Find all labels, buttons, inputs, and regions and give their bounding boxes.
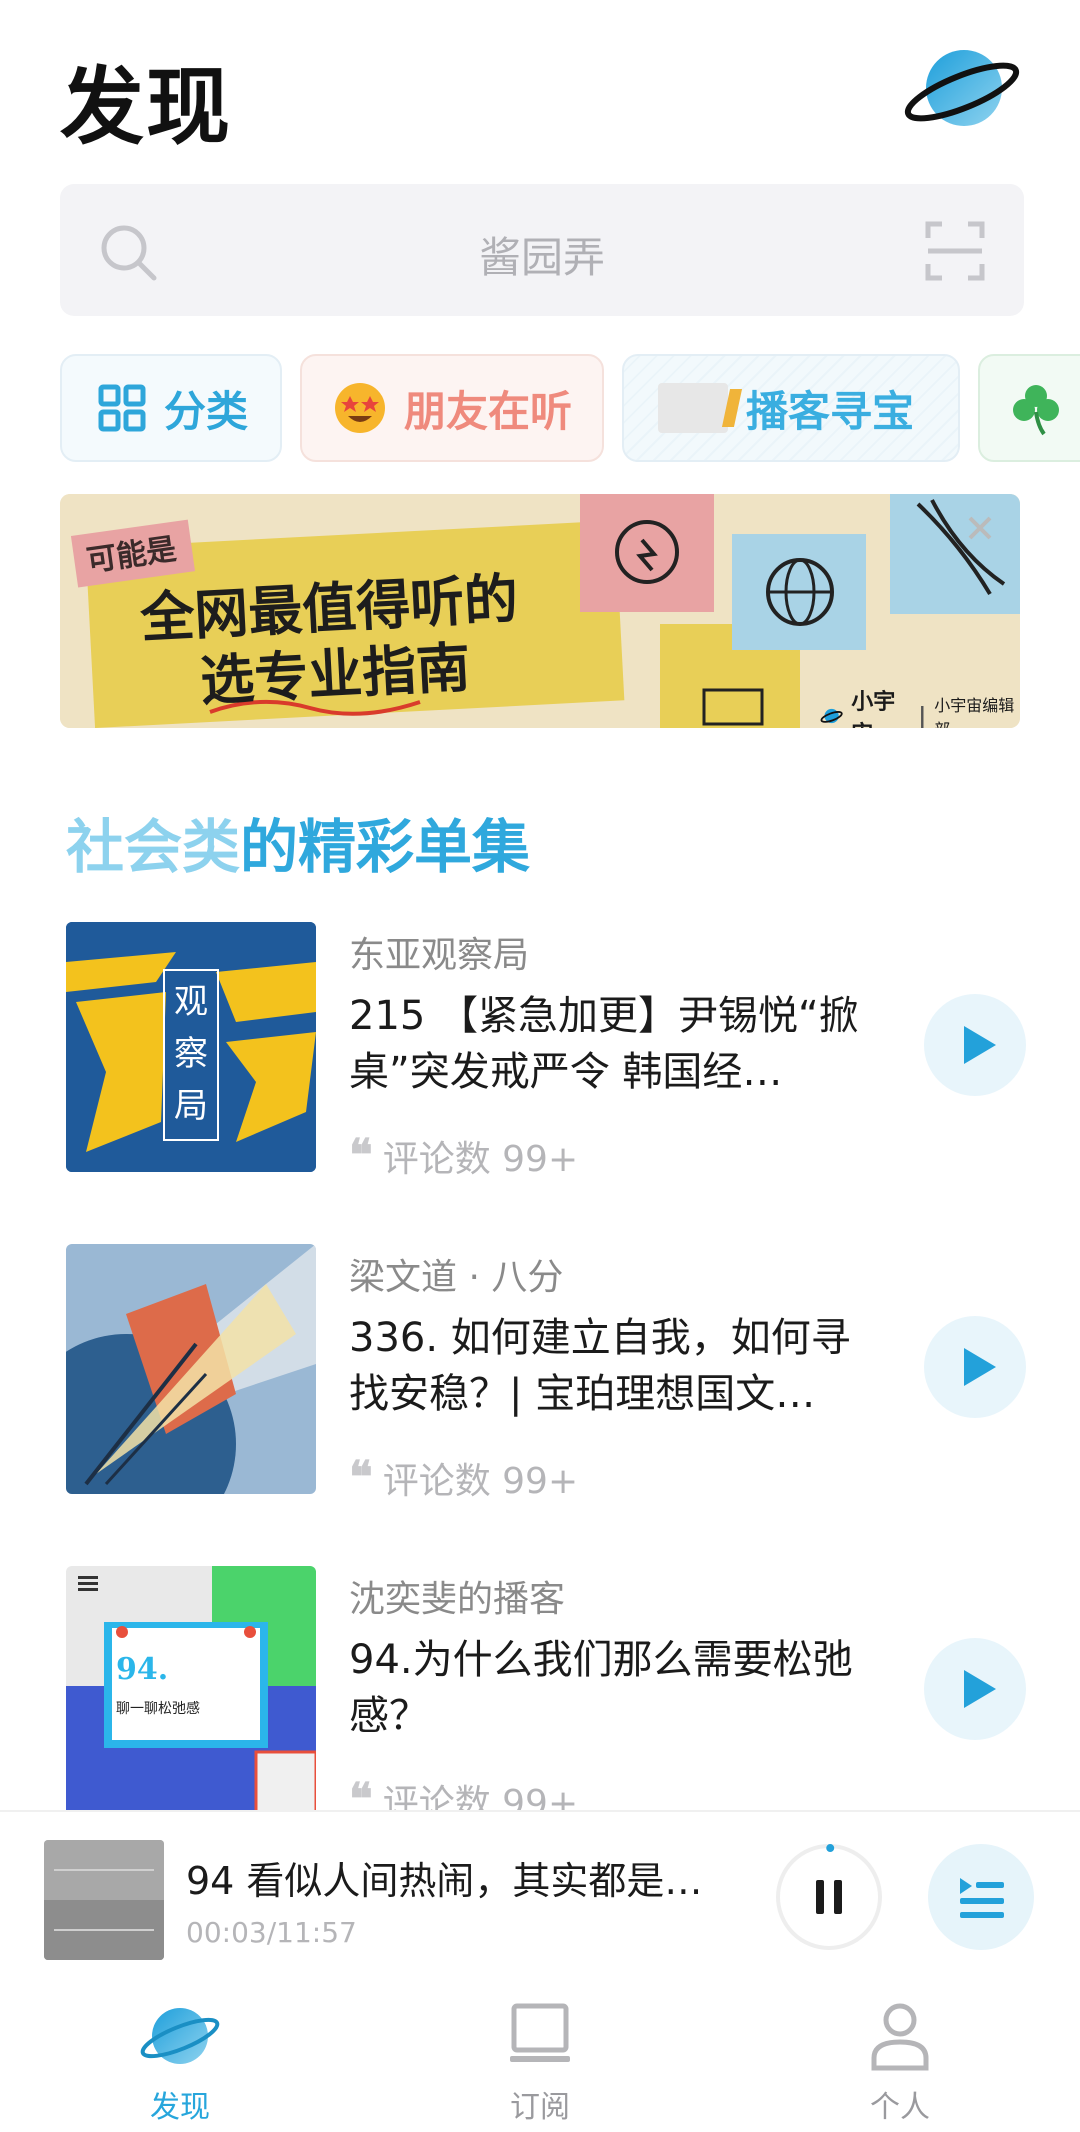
episode-comments: ❝ 评论数 99+ bbox=[349, 1774, 579, 1811]
chip-category[interactable]: 分类 bbox=[60, 354, 282, 462]
episode-comment-count: 评论数 99+ bbox=[382, 1139, 579, 1180]
episode-podcast-name[interactable]: 梁文道 · 八分 bbox=[349, 1248, 563, 1300]
chip-label: 朋友在听 bbox=[404, 386, 573, 436]
episode-podcast-name[interactable]: 沈奕斐的播客 bbox=[349, 1570, 565, 1622]
banner-line2: 选专业指南 bbox=[198, 635, 472, 714]
play-icon bbox=[964, 1348, 996, 1386]
episode-comments: ❝ 评论数 99+ bbox=[349, 1130, 578, 1182]
episode-item[interactable]: 94. 聊一聊松弛感 沈奕斐的播客 94.为什么我们那么需要松弛感？ ❝ 评论数… bbox=[66, 1566, 1026, 1810]
clover-icon bbox=[1013, 385, 1059, 436]
play-icon bbox=[964, 1670, 996, 1708]
episode-cover bbox=[66, 1244, 316, 1494]
cover-art bbox=[66, 1244, 316, 1494]
cover-label: 观察局 bbox=[174, 982, 208, 1126]
planet-icon[interactable] bbox=[902, 38, 1020, 138]
playlist-icon bbox=[960, 1878, 1004, 1918]
episode-comment-count: 评论数 99+ bbox=[382, 1461, 579, 1502]
search-placeholder: 酱园弄 bbox=[478, 233, 605, 282]
section-title: 社会类的精彩单集 bbox=[66, 800, 530, 884]
banner-brand-label: 小宇宙 bbox=[851, 690, 896, 728]
quote-icon: ❝ bbox=[349, 1452, 373, 1503]
search-bar[interactable]: 酱园弄 bbox=[60, 184, 1024, 316]
planet-logo-icon bbox=[820, 708, 843, 724]
play-button[interactable] bbox=[924, 1316, 1026, 1418]
chip-friends-listening[interactable]: 朋友在听 bbox=[300, 354, 604, 462]
cover-art bbox=[44, 1840, 164, 1960]
nav-profile[interactable]: 个人 bbox=[810, 2000, 990, 2125]
star-eyes-emoji-icon bbox=[335, 383, 385, 433]
pause-icon bbox=[816, 1880, 842, 1914]
planet-icon bbox=[140, 2008, 220, 2064]
play-button[interactable] bbox=[924, 994, 1026, 1096]
grid-icon bbox=[98, 384, 146, 432]
now-playing-title[interactable]: 94 看似人间热闹，其实都是… bbox=[186, 1850, 726, 1905]
cover-number: 94. bbox=[116, 1652, 169, 1687]
episode-item[interactable]: 观察局 东亚观察局 215 【紧急加更】尹锡悦“掀桌”突发戒严令 韩国经… ❝ … bbox=[66, 922, 1026, 1180]
nav-label: 订阅 bbox=[510, 2090, 570, 2125]
chip-label: 播客寻宝 bbox=[746, 386, 915, 436]
chip-label: 分类 bbox=[164, 386, 249, 436]
nav-subscriptions[interactable]: 订阅 bbox=[450, 2000, 630, 2125]
chip-clover[interactable] bbox=[978, 354, 1080, 462]
banner-brand: 小宇宙 | 小宇宙编辑部 bbox=[820, 684, 1020, 728]
cover-art bbox=[66, 1566, 316, 1810]
play-icon bbox=[964, 1026, 996, 1064]
header: 发现 bbox=[60, 30, 1020, 156]
episode-title[interactable]: 94.为什么我们那么需要松弛感？ bbox=[349, 1632, 889, 1744]
now-playing-cover bbox=[44, 1840, 164, 1960]
monitor-icon bbox=[510, 2003, 570, 2062]
section-title-category: 社会类 bbox=[66, 813, 241, 881]
episode-comments: ❝ 评论数 99+ bbox=[349, 1452, 578, 1504]
user-icon bbox=[871, 2003, 929, 2071]
episode-title[interactable]: 215 【紧急加更】尹锡悦“掀桌”突发戒严令 韩国经… bbox=[349, 988, 889, 1100]
pause-button[interactable] bbox=[776, 1844, 882, 1950]
scan-icon[interactable] bbox=[924, 220, 986, 282]
cover-label: 聊一聊松弛感 bbox=[116, 1701, 200, 1717]
episode-cover: 94. 聊一聊松弛感 bbox=[66, 1566, 316, 1810]
episode-podcast-name[interactable]: 东亚观察局 bbox=[349, 926, 529, 978]
episode-comment-count: 评论数 99+ bbox=[382, 1783, 579, 1810]
quick-chips: 分类 朋友在听 播客寻宝 bbox=[60, 354, 1080, 464]
page-title: 发现 bbox=[60, 58, 233, 156]
play-button[interactable] bbox=[924, 1638, 1026, 1740]
chip-podcast-treasure[interactable]: 播客寻宝 bbox=[622, 354, 960, 462]
episode-cover: 观察局 bbox=[66, 922, 316, 1172]
quote-icon: ❝ bbox=[349, 1774, 373, 1811]
section-title-suffix: 的精彩单集 bbox=[240, 813, 531, 881]
podcast-thumb-icon bbox=[658, 383, 743, 433]
banner-brand-sub: 小宇宙编辑部 bbox=[934, 696, 1015, 728]
bottom-nav: 发现 订阅 个人 bbox=[0, 1976, 1080, 2132]
promo-banner[interactable]: 可能是 全网最值得听的 选专业指南 小宇宙 | 小宇宙编辑部 bbox=[60, 494, 1020, 728]
episode-title[interactable]: 336. 如何建立自我，如何寻找安稳？| 宝珀理想国文… bbox=[349, 1310, 889, 1422]
playlist-button[interactable] bbox=[928, 1844, 1034, 1950]
episode-item[interactable]: 梁文道 · 八分 336. 如何建立自我，如何寻找安稳？| 宝珀理想国文… ❝ … bbox=[66, 1244, 1026, 1502]
nav-label: 个人 bbox=[870, 2090, 930, 2125]
mini-player[interactable]: 94 看似人间热闹，其实都是… 00:03/11:57 bbox=[0, 1810, 1080, 1976]
nav-label: 发现 bbox=[150, 2090, 210, 2125]
nav-discover[interactable]: 发现 bbox=[90, 2000, 270, 2125]
quote-icon: ❝ bbox=[349, 1130, 373, 1181]
now-playing-time: 00:03/11:57 bbox=[186, 1916, 357, 1949]
